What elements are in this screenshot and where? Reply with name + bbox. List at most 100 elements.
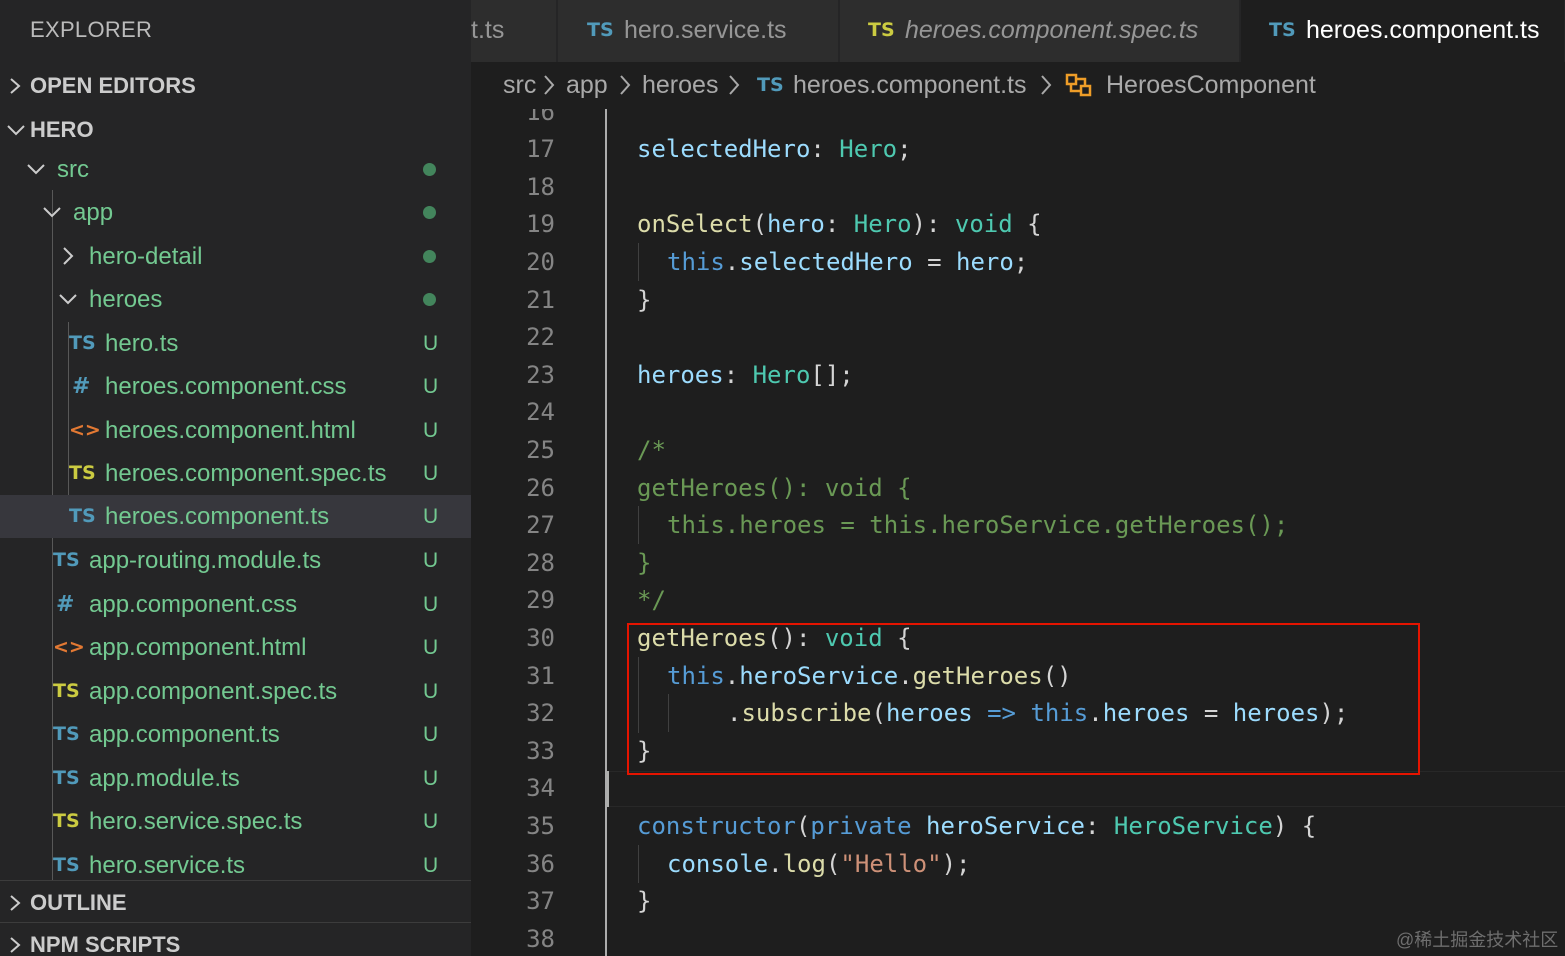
code-token: constructor xyxy=(637,812,796,840)
typescript-file-icon: TS xyxy=(53,549,80,571)
code-token: ( xyxy=(752,210,768,238)
line-number: 38 xyxy=(526,925,555,953)
tab-label: t.ts xyxy=(471,16,505,44)
tree-file-heroes-component-spec-ts[interactable]: TS heroes.component.spec.ts U xyxy=(0,452,471,495)
line-number: 22 xyxy=(526,323,555,351)
breadcrumb-item-app[interactable]: app xyxy=(566,62,608,109)
code-token: : xyxy=(824,210,854,238)
chevron-down-icon xyxy=(6,108,26,152)
chevron-down-icon xyxy=(26,148,46,191)
code-token: log xyxy=(782,850,826,878)
line-number: 28 xyxy=(526,549,555,577)
git-untracked-badge: U xyxy=(423,593,439,616)
section-outline[interactable]: OUTLINE xyxy=(0,880,471,924)
section-hero[interactable]: HERO xyxy=(0,108,471,152)
code-token: "Hello" xyxy=(840,850,942,878)
indent-guide xyxy=(638,243,639,281)
code-line-29: */ xyxy=(637,586,666,614)
code-token: ) { xyxy=(1272,812,1317,840)
tree-file-app-component-css[interactable]: # app.component.css U xyxy=(0,583,471,626)
section-open-editors[interactable]: OPEN EDITORS xyxy=(0,64,471,108)
tab-heroes-component-spec-ts[interactable]: TS heroes.component.spec.ts xyxy=(840,0,1240,62)
tab-hero-service-ts[interactable]: TS hero.service.ts xyxy=(558,0,839,62)
text-cursor xyxy=(607,771,609,807)
tree-folder-app[interactable]: app xyxy=(0,191,471,234)
line-number: 18 xyxy=(526,173,555,201)
git-untracked-badge: U xyxy=(423,767,439,790)
code-token: hero xyxy=(767,210,825,238)
tree-folder-heroes[interactable]: heroes xyxy=(0,278,471,321)
tree-file-app-component-html[interactable]: <> app.component.html U xyxy=(0,626,471,669)
code-token: { xyxy=(1012,210,1042,238)
tree-item-label: heroes xyxy=(89,286,163,313)
code-line-26: getHeroes(): void { xyxy=(637,474,912,502)
code-token: ; xyxy=(1013,248,1029,276)
tree-folder-hero-detail[interactable]: hero-detail xyxy=(0,235,471,278)
code-token: selectedHero xyxy=(739,248,913,276)
tree-item-label: app.component.spec.ts xyxy=(89,678,338,705)
typescript-file-icon: TS xyxy=(757,74,784,96)
git-untracked-badge: U xyxy=(423,636,439,659)
git-untracked-badge: U xyxy=(423,549,439,572)
code-token: . xyxy=(768,850,783,878)
code-token: Hero xyxy=(752,361,811,389)
tree-item-label: hero.service.spec.ts xyxy=(89,808,303,835)
breadcrumb-item-class[interactable]: HeroesComponent xyxy=(1106,62,1316,109)
code-token: ( xyxy=(795,812,811,840)
breadcrumb-item-heroes[interactable]: heroes xyxy=(642,62,718,109)
typescript-spec-file-icon: TS xyxy=(53,680,80,702)
tab-label: heroes.component.ts xyxy=(1306,16,1540,44)
code-line-36: console.log("Hello"); xyxy=(667,845,970,883)
line-number: 20 xyxy=(526,248,555,276)
section-label: NPM SCRIPTS xyxy=(30,932,181,956)
tree-item-label: heroes.component.css xyxy=(105,373,347,400)
current-line-highlight xyxy=(607,771,1565,807)
git-untracked-badge: U xyxy=(423,810,439,833)
chevron-right-icon xyxy=(58,235,78,278)
tree-file-heroes-component-html[interactable]: <> heroes.component.html U xyxy=(0,409,471,452)
code-line-23: heroes: Hero[]; xyxy=(637,356,854,394)
breadcrumb-item-src[interactable]: src xyxy=(503,62,536,109)
tree-file-app-component-ts[interactable]: TS app.component.ts U xyxy=(0,713,471,756)
code-token: HeroService xyxy=(1113,812,1273,840)
chevron-right-icon xyxy=(6,64,26,108)
typescript-file-icon: TS xyxy=(1269,19,1296,41)
git-modified-dot xyxy=(423,250,436,263)
code-token: void xyxy=(954,210,1013,238)
section-label: OUTLINE xyxy=(30,890,127,915)
line-number: 34 xyxy=(526,774,555,802)
line-number: 29 xyxy=(526,586,555,614)
css-file-icon: # xyxy=(56,592,75,617)
tree-item-label: app-routing.module.ts xyxy=(89,547,322,574)
line-number: 17 xyxy=(526,135,555,163)
section-npm-scripts[interactable]: NPM SCRIPTS xyxy=(0,922,471,956)
typescript-file-icon: TS xyxy=(69,332,96,354)
line-number: 30 xyxy=(526,624,555,652)
breadcrumb-item-file[interactable]: heroes.component.ts xyxy=(793,62,1026,109)
tree-file-app-routing-module-ts[interactable]: TS app-routing.module.ts U xyxy=(0,539,471,582)
git-untracked-badge: U xyxy=(423,332,439,355)
indent-guide xyxy=(638,506,639,544)
tree-file-hero-ts[interactable]: TS hero.ts U xyxy=(0,322,471,365)
code-line-28: } xyxy=(637,549,652,577)
code-editor[interactable]: 16 17 18 19 20 21 22 23 24 25 26 27 28 2… xyxy=(471,109,1565,956)
tree-file-app-module-ts[interactable]: TS app.module.ts U xyxy=(0,757,471,800)
tree-file-heroes-component-ts[interactable]: TS heroes.component.ts U xyxy=(0,495,471,538)
chevron-down-icon xyxy=(58,278,78,321)
line-number: 31 xyxy=(526,662,555,690)
code-line-17: selectedHero: Hero; xyxy=(637,130,912,168)
tree-folder-src[interactable]: src xyxy=(0,148,471,191)
tab-t-ts[interactable]: t.ts xyxy=(471,0,557,62)
line-number: 24 xyxy=(526,398,555,426)
tab-heroes-component-ts[interactable]: TS heroes.component.ts xyxy=(1241,0,1565,62)
code-token: ); xyxy=(941,850,971,878)
code-line-19: onSelect(hero: Hero): void { xyxy=(637,205,1042,243)
tree-item-label: heroes.component.ts xyxy=(105,503,330,530)
code-token: : xyxy=(1084,812,1114,840)
tab-label: heroes.component.spec.ts xyxy=(905,16,1199,44)
tree-item-label: hero-detail xyxy=(89,243,203,270)
tree-file-hero-service-spec-ts[interactable]: TS hero.service.spec.ts U xyxy=(0,800,471,843)
tree-file-app-component-spec-ts[interactable]: TS app.component.spec.ts U xyxy=(0,670,471,713)
tree-file-heroes-component-css[interactable]: # heroes.component.css U xyxy=(0,365,471,408)
code-token: heroes xyxy=(637,361,724,389)
